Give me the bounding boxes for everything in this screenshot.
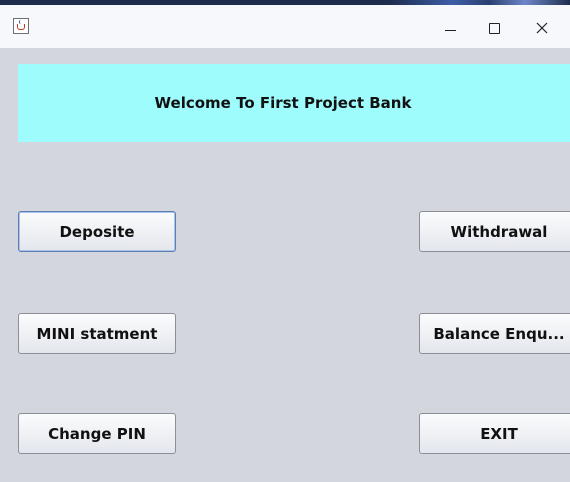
close-button[interactable] bbox=[522, 13, 562, 43]
maximize-icon bbox=[489, 23, 500, 34]
minimize-icon bbox=[445, 30, 456, 31]
change-pin-button[interactable]: Change PIN bbox=[18, 413, 176, 454]
close-icon bbox=[536, 22, 548, 34]
mini-statement-button[interactable]: MINI statment bbox=[18, 313, 176, 354]
java-cup-icon[interactable] bbox=[13, 18, 29, 34]
app-window: Welcome To First Project Bank Deposite W… bbox=[0, 0, 570, 482]
welcome-banner: Welcome To First Project Bank bbox=[18, 64, 570, 142]
deposite-button[interactable]: Deposite bbox=[18, 211, 176, 252]
exit-button[interactable]: EXIT bbox=[419, 413, 570, 454]
minimize-button[interactable] bbox=[430, 13, 470, 43]
balance-enquiry-button[interactable]: Balance Enqu... bbox=[419, 313, 570, 354]
withdrawal-button[interactable]: Withdrawal bbox=[419, 211, 570, 252]
title-bar[interactable] bbox=[0, 0, 570, 48]
maximize-button[interactable] bbox=[474, 13, 514, 43]
title-accent bbox=[390, 0, 570, 5]
welcome-title: Welcome To First Project Bank bbox=[154, 94, 412, 112]
